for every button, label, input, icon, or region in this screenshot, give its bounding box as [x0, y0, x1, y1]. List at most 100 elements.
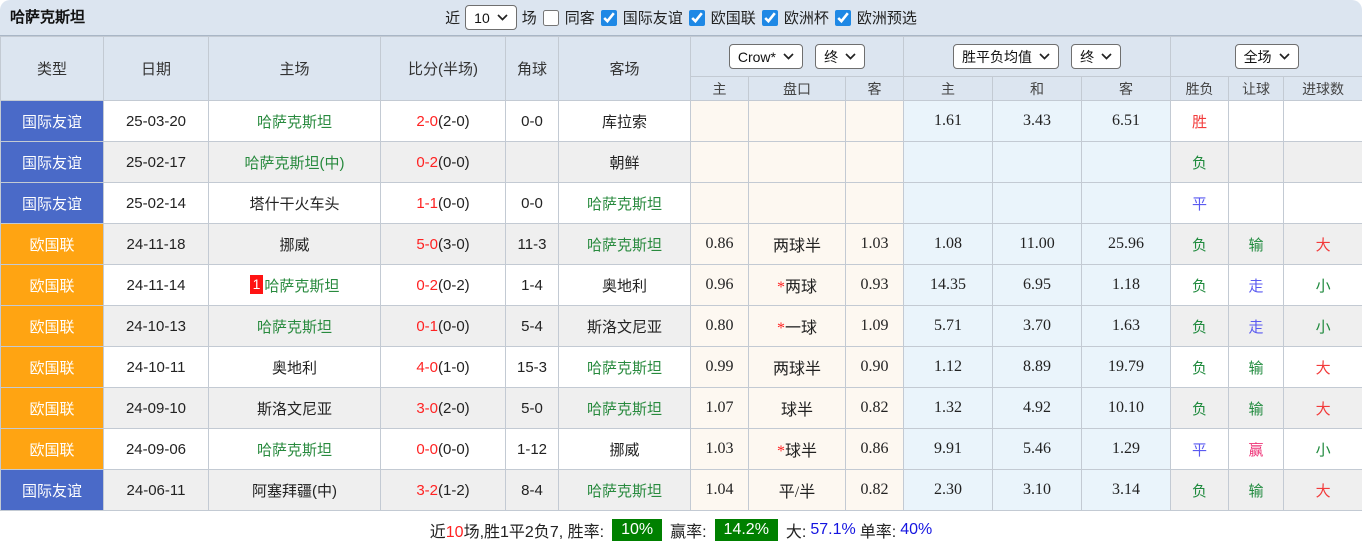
same-venue-checkbox[interactable] [543, 10, 559, 26]
corner-cell: 5-0 [506, 388, 559, 429]
goals-result-cell: 小 [1284, 265, 1362, 306]
avg-away-odds-cell [1082, 142, 1171, 183]
avg-time-select[interactable]: 终 [1071, 44, 1121, 69]
home-team-name: 哈萨克斯坦 [257, 114, 332, 131]
halftime-score: (1-2) [438, 482, 470, 499]
games-label: 场 [522, 7, 537, 28]
filter-euro-qualifier-checkbox[interactable] [835, 10, 851, 26]
match-row: 国际友谊24-06-11阿塞拜疆(中)3-2(1-2)8-4哈萨克斯坦1.04平… [1, 470, 1362, 511]
away-team-cell: 哈萨克斯坦 [559, 347, 691, 388]
filter-nations-league-checkbox[interactable] [689, 10, 705, 26]
result-cell: 平 [1171, 183, 1229, 224]
score-cell: 0-1(0-0) [381, 306, 506, 347]
fulltime-score: 0-1 [416, 318, 438, 335]
single-label: 单率: [860, 518, 896, 542]
avg-draw-odds-cell: 4.92 [993, 388, 1082, 429]
avg-draw-odds-cell [993, 142, 1082, 183]
single-rate: 40% [900, 521, 932, 539]
odds-company-select[interactable]: Crow* [729, 44, 803, 69]
handicap-away-odds-cell: 0.82 [846, 470, 904, 511]
match-date-cell: 24-09-10 [104, 388, 209, 429]
team-title: 哈萨克斯坦 [10, 0, 85, 36]
goals-result-cell: 大 [1284, 347, 1362, 388]
avg-home-odds-cell: 5.71 [904, 306, 993, 347]
filter-friendly-checkbox[interactable] [601, 10, 617, 26]
chevron-down-icon [783, 53, 794, 60]
corner-cell: 5-4 [506, 306, 559, 347]
recent-label: 近 [445, 7, 460, 28]
match-type-cell: 国际友谊 [1, 183, 104, 224]
letgoal-result-cell [1229, 183, 1284, 224]
same-venue-label: 同客 [565, 7, 595, 28]
goals-result-cell: 大 [1284, 470, 1362, 511]
match-row: 国际友谊25-02-17哈萨克斯坦(中)0-2(0-0)朝鲜负 [1, 142, 1362, 183]
halftime-score: (0-0) [438, 318, 470, 335]
goals-result-cell [1284, 142, 1362, 183]
away-team-name: 库拉索 [602, 114, 647, 131]
odds-time-select[interactable]: 终 [815, 44, 865, 69]
corner-cell: 15-3 [506, 347, 559, 388]
away-team-cell: 朝鲜 [559, 142, 691, 183]
home-team-cell: 奥地利 [209, 347, 381, 388]
corner-cell: 1-4 [506, 265, 559, 306]
match-row: 欧国联24-11-18挪威5-0(3-0)11-3哈萨克斯坦0.86两球半1.0… [1, 224, 1362, 265]
match-type-cell: 国际友谊 [1, 101, 104, 142]
corner-cell [506, 142, 559, 183]
handicap-line-cell: 球半 [749, 388, 846, 429]
avg-home-odds-cell [904, 142, 993, 183]
fulltime-score: 2-0 [416, 113, 438, 130]
avg-home-odds-cell: 1.61 [904, 101, 993, 142]
topbar: 哈萨克斯坦 近 10 场 同客 国际友谊 欧国联 欧洲杯 欧洲预选 [0, 0, 1362, 36]
handicap-line: 球半 [781, 402, 813, 419]
result-cell: 负 [1171, 347, 1229, 388]
col-score-header: 比分(半场) [381, 37, 506, 101]
avg-away-odds-cell: 1.18 [1082, 265, 1171, 306]
letgoal-result-cell: 输 [1229, 388, 1284, 429]
away-team-cell: 哈萨克斯坦 [559, 470, 691, 511]
handicap-line-cell [749, 142, 846, 183]
handicap-away-odds-cell: 1.03 [846, 224, 904, 265]
result-cell: 负 [1171, 224, 1229, 265]
chevron-down-icon [1101, 53, 1112, 60]
handicap-away-odds-cell: 1.09 [846, 306, 904, 347]
big-label: 大: [786, 518, 806, 542]
avg-home-odds-cell: 1.12 [904, 347, 993, 388]
subcol-odds-away-header: 客 [846, 77, 904, 101]
chevron-down-icon [1039, 53, 1050, 60]
subcol-handicap-header: 盘口 [749, 77, 846, 101]
home-team-name: 塔什干火车头 [249, 196, 339, 213]
fulltime-score: 0-0 [416, 441, 438, 458]
halftime-score: (0-0) [438, 195, 470, 212]
filter-controls: 近 10 场 同客 国际友谊 欧国联 欧洲杯 欧洲预选 [445, 5, 917, 30]
away-team-cell: 哈萨克斯坦 [559, 388, 691, 429]
filter-friendly-label: 国际友谊 [623, 7, 683, 28]
match-date-cell: 24-06-11 [104, 470, 209, 511]
win-odds-label: 赢率: [670, 518, 706, 542]
away-team-cell: 斯洛文尼亚 [559, 306, 691, 347]
recent-count-select[interactable]: 10 [465, 5, 517, 30]
fulltime-score: 0-2 [416, 154, 438, 171]
away-team-name: 奥地利 [602, 278, 647, 295]
match-row: 欧国联24-09-06哈萨克斯坦0-0(0-0)1-12挪威1.03*球半0.8… [1, 429, 1362, 470]
scope-select[interactable]: 全场 [1235, 44, 1299, 69]
halftime-score: (0-0) [438, 154, 470, 171]
filter-euro-checkbox[interactable] [762, 10, 778, 26]
result-cell: 负 [1171, 265, 1229, 306]
avg-away-odds-cell: 1.29 [1082, 429, 1171, 470]
avg-type-select[interactable]: 胜平负均值 [953, 44, 1059, 69]
goals-result-cell: 大 [1284, 224, 1362, 265]
letgoal-result-cell: 走 [1229, 306, 1284, 347]
away-team-cell: 奥地利 [559, 265, 691, 306]
match-stats-panel: 哈萨克斯坦 近 10 场 同客 国际友谊 欧国联 欧洲杯 欧洲预选 [0, 0, 1362, 548]
col-home-header: 主场 [209, 37, 381, 101]
letgoal-result-cell: 输 [1229, 470, 1284, 511]
fulltime-score: 5-0 [416, 236, 438, 253]
avg-draw-odds-cell: 3.43 [993, 101, 1082, 142]
avg-home-odds-cell: 1.32 [904, 388, 993, 429]
col-type-header: 类型 [1, 37, 104, 101]
handicap-line-cell [749, 183, 846, 224]
handicap-line-cell: 平/半 [749, 470, 846, 511]
handicap-away-odds-cell [846, 101, 904, 142]
avg-away-odds-cell: 25.96 [1082, 224, 1171, 265]
avg-away-odds-cell: 6.51 [1082, 101, 1171, 142]
